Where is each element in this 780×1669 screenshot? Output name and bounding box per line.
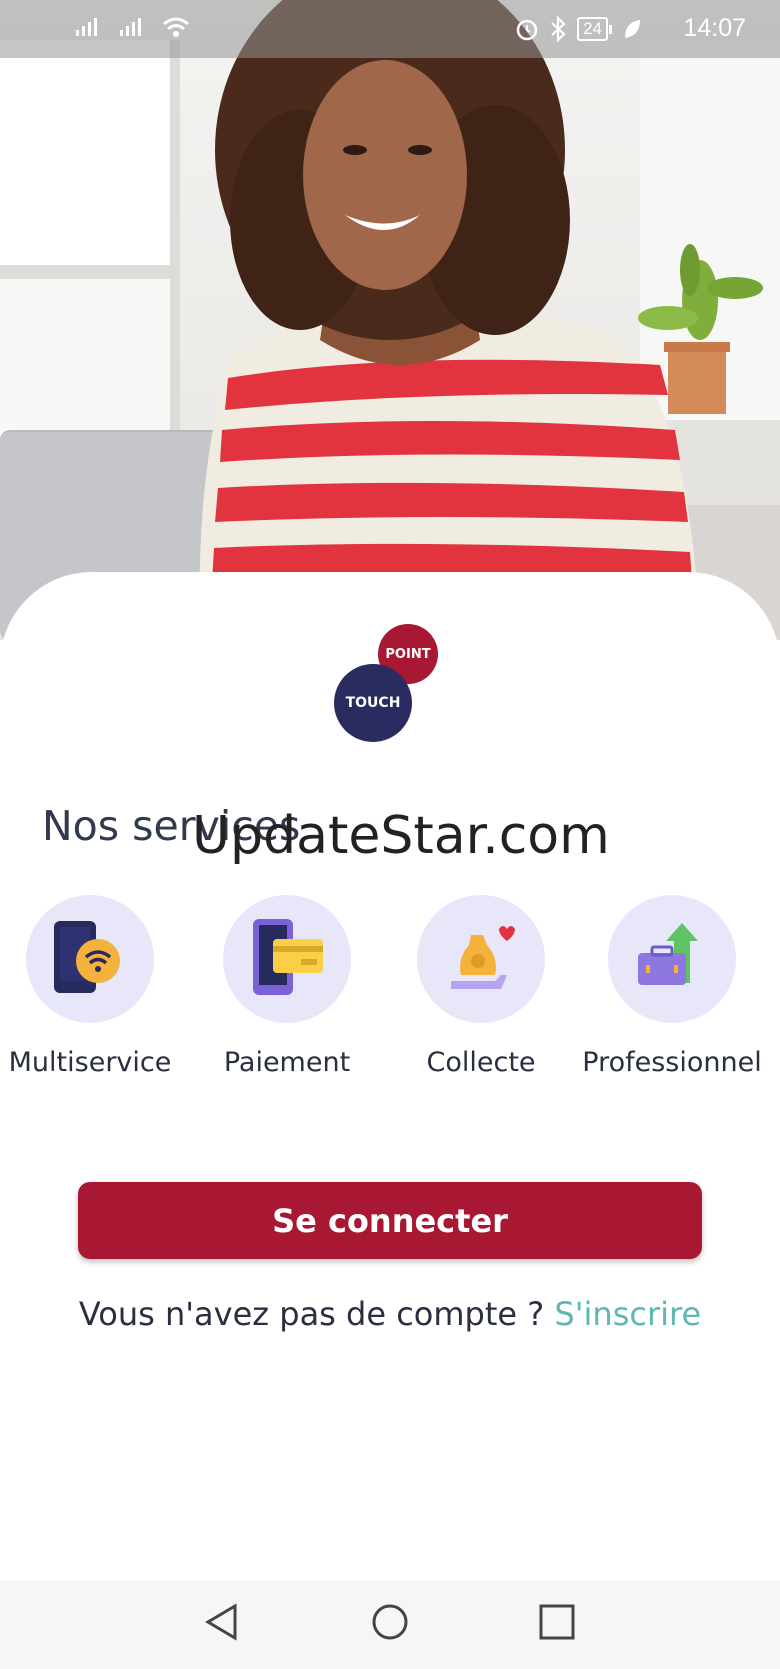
signup-link[interactable]: S'inscrire: [554, 1295, 701, 1333]
status-time: 14:07: [683, 14, 746, 42]
recents-nav-icon[interactable]: [537, 1602, 577, 1642]
watermark-text: UpdateStar.com: [192, 806, 610, 866]
service-multiservice[interactable]: Multiservice: [0, 895, 187, 1078]
signup-prompt: Vous n'avez pas de compte ?: [78, 1295, 555, 1333]
service-collecte[interactable]: Collecte: [384, 895, 578, 1078]
wifi-icon: [163, 17, 189, 37]
service-label: Professionnel: [582, 1047, 762, 1078]
signal-icon: [76, 18, 97, 36]
hero-illustration: [0, 0, 780, 640]
service-paiement[interactable]: Paiement: [190, 895, 384, 1078]
service-icon-circle: [608, 895, 736, 1023]
alarm-icon: [516, 19, 538, 41]
hero-image: 24 14:07: [0, 0, 780, 640]
phone-card-icon: [253, 919, 323, 995]
leaf-icon: [625, 20, 640, 38]
service-icon-circle: [26, 895, 154, 1023]
bluetooth-icon: [551, 16, 566, 42]
connect-button[interactable]: Se connecter: [78, 1182, 702, 1259]
signal-icon: [120, 18, 141, 36]
service-professionnel[interactable]: Professionnel: [575, 895, 769, 1078]
signup-row: Vous n'avez pas de compte ? S'inscrire: [0, 1295, 780, 1333]
status-bar: 24 14:07: [0, 0, 780, 58]
service-label: Paiement: [223, 1047, 351, 1078]
system-nav-bar: [0, 1580, 780, 1669]
home-nav-icon[interactable]: [370, 1602, 410, 1642]
service-icon-circle: [223, 895, 351, 1023]
battery-level: 24: [577, 17, 608, 41]
service-icon-circle: [417, 895, 545, 1023]
service-label: Multiservice: [8, 1047, 172, 1078]
battery-icon: 24: [577, 17, 612, 41]
logo-touch: TOUCH: [334, 664, 412, 742]
briefcase-growth-icon: [638, 923, 698, 985]
phone-wifi-icon: [54, 921, 120, 993]
service-label: Collecte: [426, 1047, 536, 1078]
touchpoint-logo: POINT TOUCH: [334, 624, 444, 744]
back-nav-icon[interactable]: [204, 1602, 240, 1642]
services-list: Multiservice Paiement Collecte Professio…: [0, 895, 780, 1095]
money-bag-icon: [451, 926, 515, 989]
